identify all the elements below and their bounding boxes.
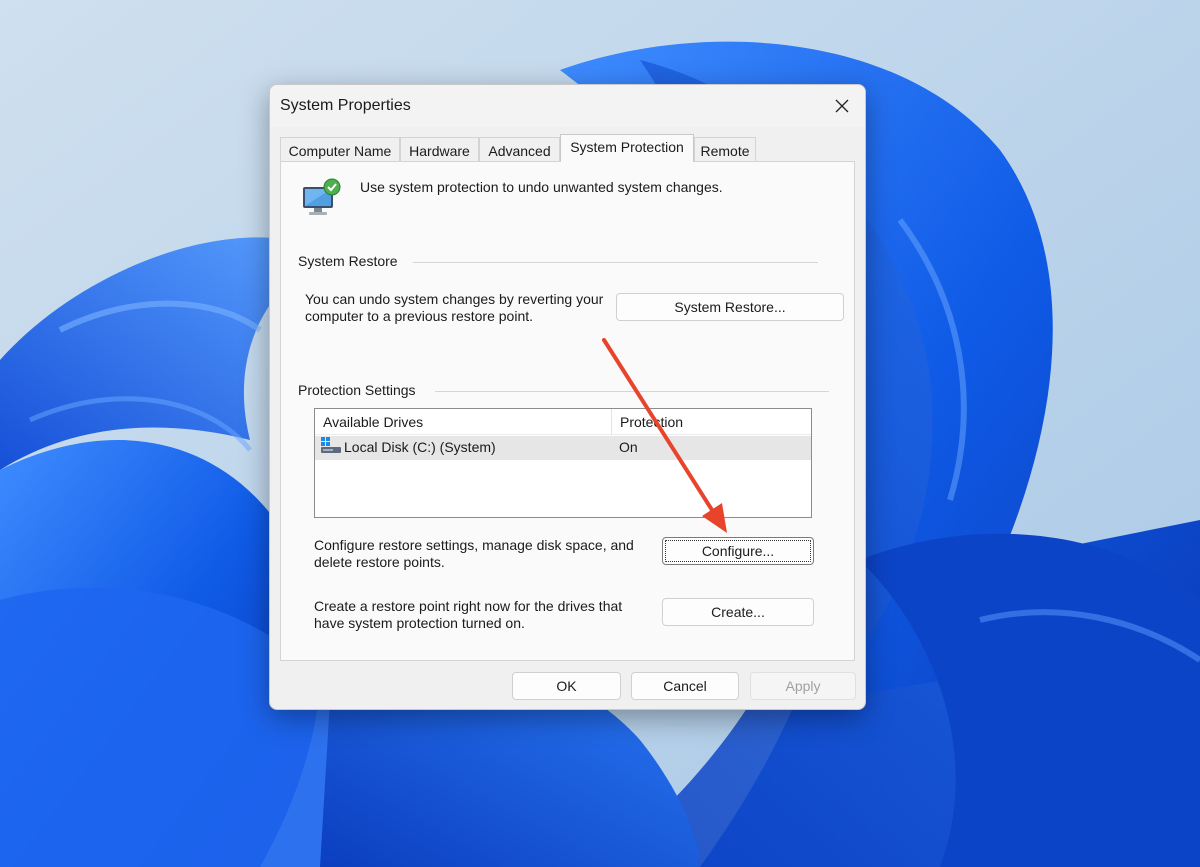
- title-bar[interactable]: System Properties: [270, 85, 865, 127]
- tab-hardware[interactable]: Hardware: [400, 137, 479, 162]
- ok-button[interactable]: OK: [512, 672, 621, 700]
- drive-name: Local Disk (C:) (System): [344, 439, 496, 455]
- close-button[interactable]: [827, 91, 857, 121]
- system-restore-button[interactable]: System Restore...: [616, 293, 844, 321]
- tab-advanced[interactable]: Advanced: [479, 137, 560, 162]
- column-header-available-drives[interactable]: Available Drives: [315, 409, 612, 435]
- system-properties-dialog: System Properties Computer Name Hardware…: [269, 84, 866, 710]
- column-header-protection[interactable]: Protection: [612, 409, 811, 435]
- tab-system-protection[interactable]: System Protection: [560, 134, 694, 162]
- drive-protection-status: On: [619, 439, 638, 455]
- header-description: Use system protection to undo unwanted s…: [360, 179, 723, 195]
- group-divider: [413, 262, 818, 263]
- configure-button[interactable]: Configure...: [662, 537, 814, 565]
- configure-description: Configure restore settings, manage disk …: [314, 537, 634, 570]
- dialog-title: System Properties: [280, 97, 411, 114]
- system-protection-icon: [303, 178, 341, 215]
- tab-computer-name[interactable]: Computer Name: [280, 137, 400, 162]
- cancel-button[interactable]: Cancel: [631, 672, 739, 700]
- protection-settings-group-label: Protection Settings: [298, 382, 424, 398]
- system-protection-panel: Use system protection to undo unwanted s…: [280, 161, 855, 661]
- group-divider: [435, 391, 829, 392]
- tab-remote[interactable]: Remote: [694, 137, 756, 162]
- system-restore-group-label: System Restore: [298, 253, 406, 269]
- system-restore-description: You can undo system changes by reverting…: [305, 291, 604, 324]
- drives-list[interactable]: Available Drives Protection Local Disk (…: [314, 408, 812, 518]
- drive-row[interactable]: Local Disk (C:) (System) On: [315, 436, 811, 460]
- close-icon: [835, 99, 849, 113]
- apply-button[interactable]: Apply: [750, 672, 856, 700]
- create-description: Create a restore point right now for the…: [314, 598, 623, 631]
- drive-icon: [321, 437, 341, 453]
- create-button[interactable]: Create...: [662, 598, 814, 626]
